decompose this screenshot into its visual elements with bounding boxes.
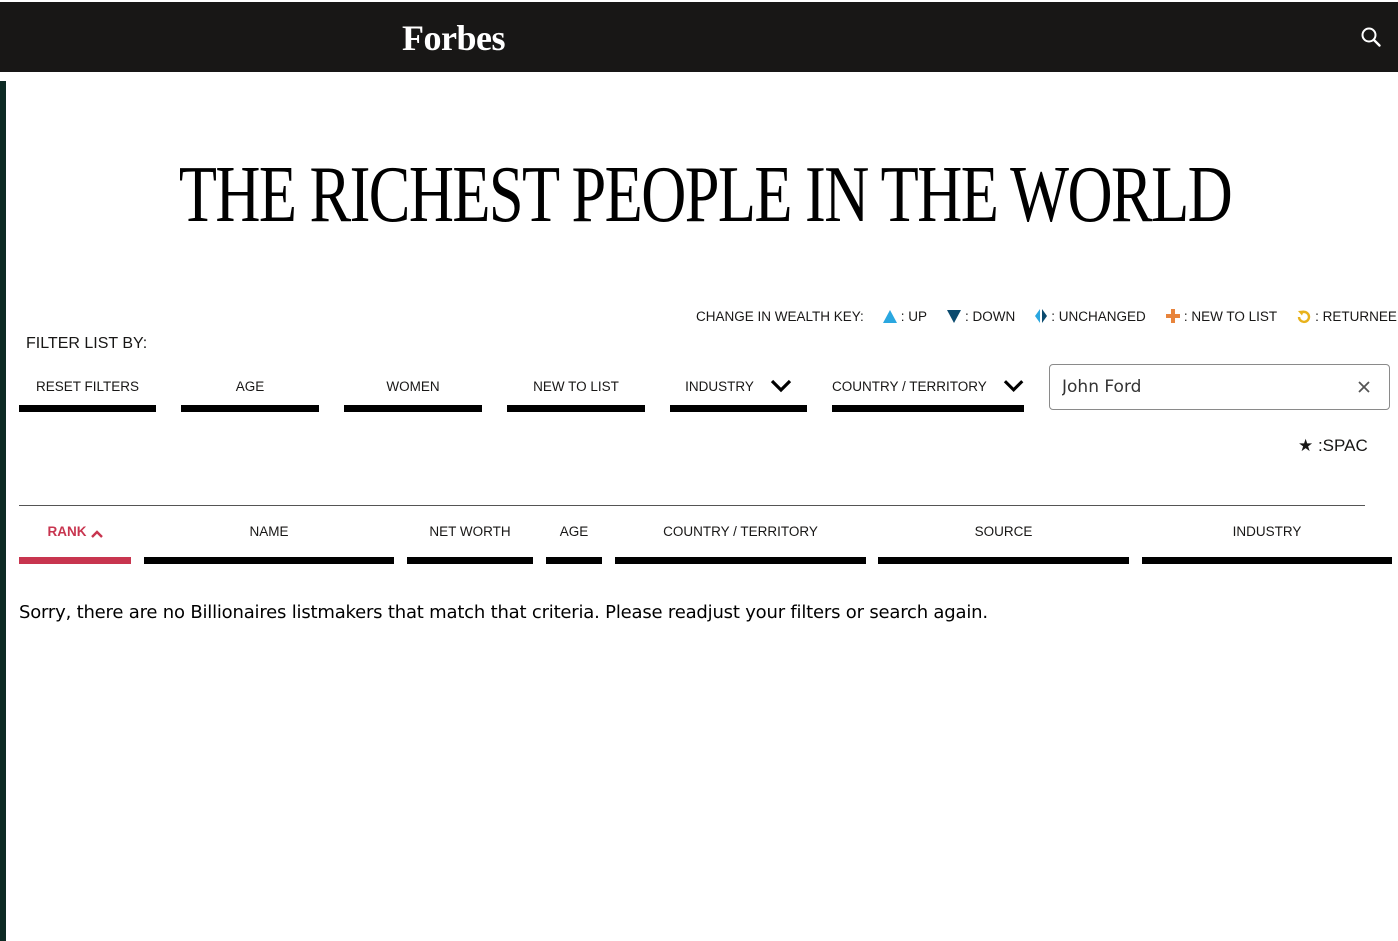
- diamond-split-icon: [1035, 309, 1048, 323]
- triangle-up-icon: [882, 309, 897, 323]
- column-header-rank[interactable]: RANK: [19, 519, 131, 564]
- close-icon[interactable]: [1356, 379, 1372, 395]
- column-header-label: SOURCE: [974, 524, 1033, 539]
- new-to-list-filter-button[interactable]: NEW TO LIST: [507, 367, 645, 412]
- key-item-returnee: : RETURNEE: [1296, 308, 1397, 324]
- column-header-label: AGE: [559, 524, 589, 539]
- no-results-message: Sorry, there are no Billionaires listmak…: [19, 602, 988, 623]
- forbes-logo[interactable]: Forbes: [402, 16, 505, 60]
- filter-button-label: RESET FILTERS: [35, 378, 140, 394]
- column-header-label: NAME: [249, 524, 289, 539]
- plus-icon: [1165, 309, 1180, 323]
- returnee-arrow-icon: [1297, 310, 1311, 324]
- column-header-label: INDUSTRY: [1232, 524, 1302, 539]
- key-item-up: : UP: [882, 309, 927, 324]
- name-search-box: [1049, 364, 1390, 410]
- key-item-down: : DOWN: [946, 309, 1015, 324]
- key-item-label: : DOWN: [965, 308, 1016, 324]
- top-navigation-bar: Forbes: [0, 0, 1398, 72]
- filter-button-label: COUNTRY / TERRITORY: [832, 378, 987, 394]
- key-item-label: : UP: [900, 308, 928, 324]
- triangle-down-icon: [947, 309, 962, 323]
- column-header-net-worth[interactable]: NET WORTH: [407, 519, 533, 564]
- filter-button-label: INDUSTRY: [685, 378, 754, 394]
- filter-button-label: NEW TO LIST: [533, 378, 619, 394]
- key-item-unchanged: : UNCHANGED: [1034, 308, 1146, 324]
- filter-button-label: AGE: [235, 378, 265, 394]
- name-search-input[interactable]: [1062, 373, 1332, 401]
- key-item-label: : RETURNEE: [1315, 308, 1397, 324]
- spac-key: ★ :SPAC: [1298, 436, 1368, 455]
- filter-list-label: FILTER LIST BY:: [26, 335, 148, 352]
- column-header-label: NET WORTH: [429, 524, 511, 539]
- key-item-label: : UNCHANGED: [1051, 308, 1146, 324]
- column-header-label: RANK: [47, 524, 87, 539]
- page-title: THE RICHEST PEOPLE IN THE WORLD: [178, 151, 1233, 239]
- search-icon[interactable]: [1360, 26, 1386, 52]
- column-header-industry[interactable]: INDUSTRY: [1142, 519, 1392, 564]
- chevron-down-icon: [1003, 380, 1024, 393]
- industry-filter-dropdown[interactable]: INDUSTRY: [670, 367, 807, 412]
- column-header-age[interactable]: AGE: [546, 519, 602, 564]
- section-divider: [19, 505, 1365, 506]
- chevron-down-icon: [770, 379, 792, 393]
- chevron-up-icon: [90, 530, 103, 538]
- country-territory-filter-dropdown[interactable]: COUNTRY / TERRITORY: [832, 367, 1024, 412]
- left-accent-rail: [0, 81, 6, 941]
- filter-button-label: WOMEN: [386, 378, 440, 394]
- wealth-key-label: CHANGE IN WEALTH KEY:: [696, 308, 864, 324]
- key-item-label: : NEW TO LIST: [1183, 308, 1278, 324]
- column-header-name[interactable]: NAME: [144, 519, 394, 564]
- key-item-new: : NEW TO LIST: [1165, 308, 1277, 324]
- age-filter-button[interactable]: AGE: [181, 367, 319, 412]
- column-header-label: COUNTRY / TERRITORY: [663, 524, 818, 539]
- column-header-country-territory[interactable]: COUNTRY / TERRITORY: [615, 519, 866, 564]
- women-filter-button[interactable]: WOMEN: [344, 367, 482, 412]
- reset-filters-button[interactable]: RESET FILTERS: [19, 367, 156, 412]
- wealth-key: CHANGE IN WEALTH KEY: : UP : DOWN : UNCH…: [696, 305, 1397, 327]
- column-header-source[interactable]: SOURCE: [878, 519, 1129, 564]
